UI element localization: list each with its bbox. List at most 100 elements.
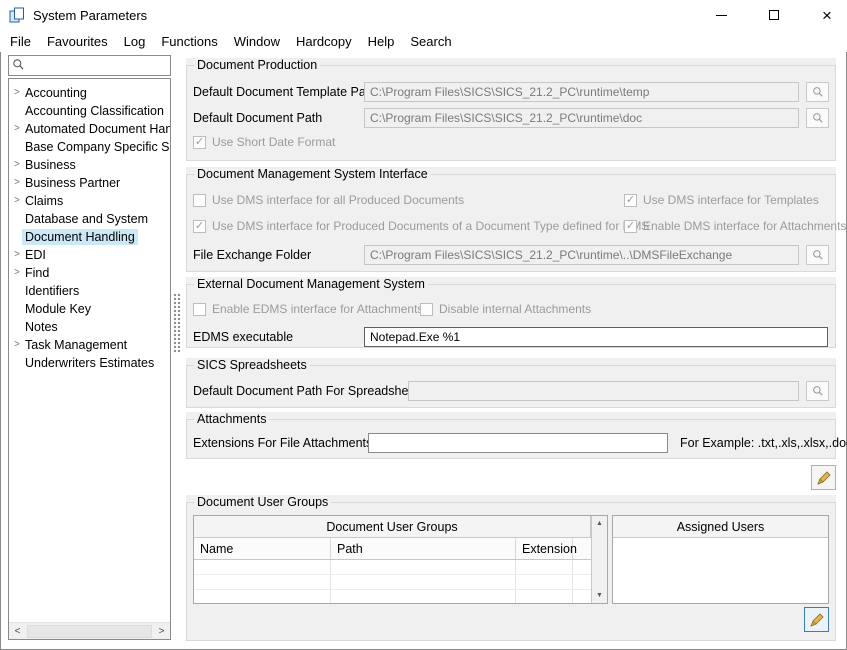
sidebar-item-task-management[interactable]: >Task Management bbox=[9, 336, 170, 354]
grid-line bbox=[194, 574, 591, 575]
sidebar-item-label: Business Partner bbox=[22, 175, 123, 191]
extensions-example-text: For Example: .txt,.xls,.xlsx,.doc bbox=[680, 433, 847, 453]
sidebar-item-underwriters-estimates[interactable]: Underwriters Estimates bbox=[9, 354, 170, 372]
sidebar-item-label: Task Management bbox=[22, 337, 130, 353]
spreadsheet-path-field bbox=[408, 381, 799, 401]
edms-executable-field[interactable] bbox=[364, 327, 828, 347]
close-icon: × bbox=[822, 7, 832, 24]
grid-header: Document User Groups bbox=[194, 516, 591, 538]
grid-line bbox=[194, 589, 591, 590]
extensions-label: Extensions For File Attachments bbox=[193, 433, 372, 453]
use-short-date-checkbox: ✓ Use Short Date Format bbox=[193, 134, 335, 150]
group-title: Document Production bbox=[194, 58, 320, 72]
minimize-button[interactable] bbox=[704, 0, 738, 30]
sidebar-item-business-partner[interactable]: >Business Partner bbox=[9, 174, 170, 192]
menu-file[interactable]: File bbox=[2, 31, 39, 52]
dms-all-produced-checkbox: Use DMS interface for all Produced Docum… bbox=[193, 192, 464, 208]
sidebar-item-label: Accounting Classification bbox=[22, 103, 167, 119]
spreadsheet-path-label: Default Document Path For Spreadsheets bbox=[193, 381, 425, 401]
edms-executable-label: EDMS executable bbox=[193, 327, 293, 347]
edit-document-user-groups-button[interactable] bbox=[804, 607, 829, 632]
sidebar-item-module-key[interactable]: Module Key bbox=[9, 300, 170, 318]
group-document-production: Document Production Default Document Tem… bbox=[186, 58, 836, 161]
dms-templates-checkbox: ✓ Use DMS interface for Templates bbox=[624, 192, 819, 208]
parameters-tree: >AccountingAccounting Classification>Aut… bbox=[8, 78, 171, 640]
close-button[interactable]: × bbox=[810, 0, 844, 30]
sidebar-item-notes[interactable]: Notes bbox=[9, 318, 170, 336]
sidebar-item-identifiers[interactable]: Identifiers bbox=[9, 282, 170, 300]
chevron-right-icon[interactable]: > bbox=[9, 340, 21, 350]
column-header-filler bbox=[573, 538, 591, 559]
scroll-up-icon[interactable]: ▲ bbox=[596, 516, 603, 531]
pencil-icon bbox=[809, 612, 825, 628]
sidebar-item-label: Database and System bbox=[22, 211, 151, 227]
menu-window[interactable]: Window bbox=[226, 31, 288, 52]
sidebar-item-base-company-specific-settings[interactable]: Base Company Specific Settings bbox=[9, 138, 170, 156]
scroll-left-icon[interactable]: < bbox=[9, 626, 26, 637]
menu-help[interactable]: Help bbox=[360, 31, 403, 52]
sidebar-item-accounting[interactable]: >Accounting bbox=[9, 84, 170, 102]
sidebar-item-database-and-system[interactable]: Database and System bbox=[9, 210, 170, 228]
scrollbar-thumb[interactable] bbox=[27, 625, 152, 638]
chevron-right-icon[interactable]: > bbox=[9, 268, 21, 278]
sidebar-item-label: Accounting bbox=[22, 85, 90, 101]
grid-line bbox=[330, 560, 331, 603]
chevron-right-icon[interactable]: > bbox=[9, 124, 21, 134]
chevron-right-icon[interactable]: > bbox=[9, 196, 21, 206]
magnifier-icon bbox=[812, 112, 824, 124]
splitter-handle[interactable] bbox=[173, 293, 181, 353]
chevron-right-icon[interactable]: > bbox=[9, 160, 21, 170]
grid-vertical-scrollbar[interactable]: ▲ ▼ bbox=[591, 516, 607, 603]
scroll-right-icon[interactable]: > bbox=[153, 626, 170, 637]
menu-functions[interactable]: Functions bbox=[153, 31, 225, 52]
sidebar-item-label: Notes bbox=[22, 319, 61, 335]
column-header-path: Path bbox=[331, 538, 516, 559]
menu-log[interactable]: Log bbox=[116, 31, 154, 52]
maximize-button[interactable] bbox=[757, 0, 791, 30]
checkbox-box: ✓ bbox=[193, 136, 206, 149]
group-title: Document Management System Interface bbox=[194, 167, 431, 181]
group-document-user-groups: Document User Groups Document User Group… bbox=[186, 495, 836, 641]
sidebar-search bbox=[8, 55, 171, 76]
search-input[interactable] bbox=[28, 57, 170, 74]
group-title: SICS Spreadsheets bbox=[194, 358, 310, 372]
document-user-groups-grid: Document User Groups Name Path Extension… bbox=[193, 515, 608, 604]
group-title: External Document Management System bbox=[194, 277, 428, 291]
document-path-field bbox=[364, 108, 799, 128]
sidebar-item-business[interactable]: >Business bbox=[9, 156, 170, 174]
checkbox-box: ✓ bbox=[193, 220, 206, 233]
sidebar-item-label: Base Company Specific Settings bbox=[22, 139, 171, 155]
checkbox-label: Use DMS interface for all Produced Docum… bbox=[212, 193, 464, 207]
group-attachments: Attachments Extensions For File Attachme… bbox=[186, 412, 836, 459]
window-title: System Parameters bbox=[33, 8, 147, 23]
grid-line bbox=[515, 560, 516, 603]
chevron-right-icon[interactable]: > bbox=[9, 250, 21, 260]
sidebar-item-document-handling[interactable]: Document Handling bbox=[9, 228, 170, 246]
chevron-right-icon[interactable]: > bbox=[9, 88, 21, 98]
sidebar-item-edi[interactable]: >EDI bbox=[9, 246, 170, 264]
checkbox-label: Enable DMS interface for Attachments bbox=[643, 219, 846, 233]
extensions-field[interactable] bbox=[368, 433, 668, 453]
pencil-icon bbox=[816, 470, 832, 486]
sidebar-item-automated-document-handling[interactable]: >Automated Document Handling bbox=[9, 120, 170, 138]
chevron-right-icon[interactable]: > bbox=[9, 178, 21, 188]
menu-hardcopy[interactable]: Hardcopy bbox=[288, 31, 360, 52]
file-exchange-browse-button bbox=[806, 245, 829, 265]
edms-disable-internal-checkbox: Disable internal Attachments bbox=[420, 301, 591, 317]
sidebar-item-find[interactable]: >Find bbox=[9, 264, 170, 282]
edms-enable-checkbox: Enable EDMS interface for Attachments bbox=[193, 301, 423, 317]
menu-search[interactable]: Search bbox=[402, 31, 459, 52]
dms-doc-type-checkbox: ✓ Use DMS interface for Produced Documen… bbox=[193, 218, 649, 234]
tree-horizontal-scrollbar[interactable]: < > bbox=[9, 622, 170, 639]
checkbox-box bbox=[193, 303, 206, 316]
scroll-down-icon[interactable]: ▼ bbox=[596, 588, 603, 603]
sidebar-item-label: Document Handling bbox=[22, 229, 138, 245]
sidebar-item-claims[interactable]: >Claims bbox=[9, 192, 170, 210]
sidebar-item-accounting-classification[interactable]: Accounting Classification bbox=[9, 102, 170, 120]
magnifier-icon bbox=[812, 86, 824, 98]
assigned-users-header: Assigned Users bbox=[613, 516, 828, 538]
menu-favourites[interactable]: Favourites bbox=[39, 31, 116, 52]
edit-attachments-button[interactable] bbox=[811, 465, 836, 490]
column-header-extension: Extension bbox=[516, 538, 573, 559]
grid-column-headers: Name Path Extension bbox=[194, 538, 591, 560]
